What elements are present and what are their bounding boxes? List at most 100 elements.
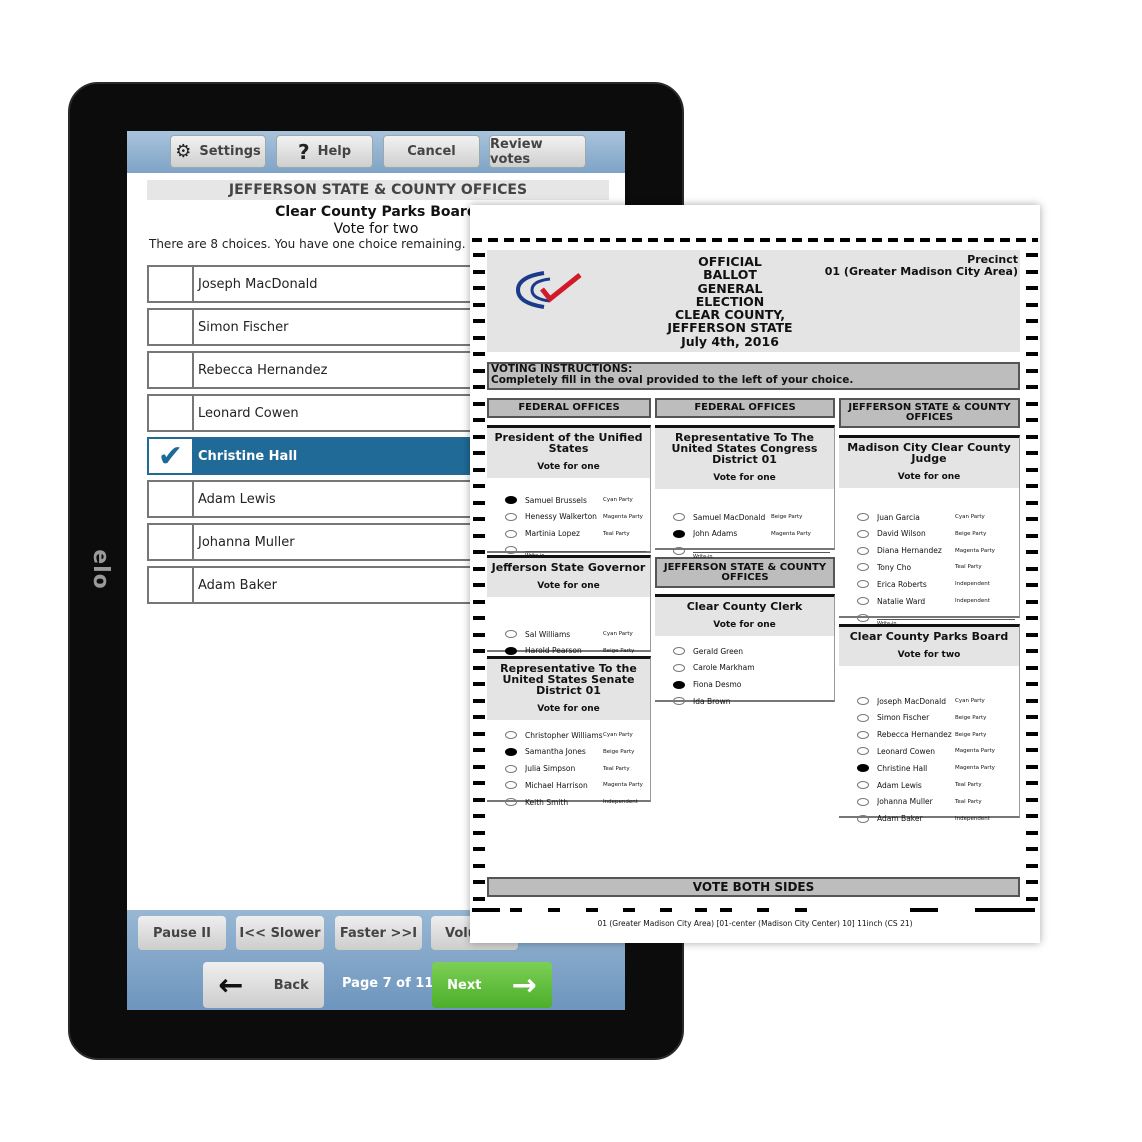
oval-icon[interactable] [673, 647, 685, 655]
timing-mark [660, 908, 672, 912]
faster-button[interactable]: Faster >>I [335, 916, 422, 950]
oval-icon[interactable] [505, 798, 517, 807]
brand-logo: elo [87, 549, 113, 590]
candidate-row[interactable]: Johanna Muller [147, 523, 487, 561]
checkbox[interactable] [149, 525, 194, 559]
checkbox[interactable] [149, 568, 194, 602]
ballot-choice[interactable]: Rebecca Hernandez Beige Party [857, 729, 1017, 741]
oval-icon[interactable] [505, 731, 517, 739]
oval-icon[interactable] [857, 597, 869, 605]
review-votes-button[interactable]: Review votes [489, 135, 586, 168]
ballot-choice[interactable]: Samuel MacDonald Beige Party [673, 511, 832, 523]
oval-icon[interactable] [857, 814, 869, 823]
checkbox[interactable] [149, 267, 194, 301]
oval-icon[interactable] [673, 529, 685, 538]
oval-icon[interactable] [857, 797, 869, 806]
settings-button[interactable]: ⚙ Settings [170, 135, 266, 168]
ballot-choice[interactable]: Martinia Lopez Teal Party [505, 528, 648, 540]
timing-mark [1026, 303, 1038, 307]
ballot-choice[interactable]: Johanna Muller Teal Party [857, 796, 1017, 808]
oval-icon[interactable] [505, 529, 517, 538]
ballot-choice[interactable]: Samuel Brussels Cyan Party [505, 494, 648, 506]
ballot-choice[interactable]: Henessy Walkerton Magenta Party [505, 511, 648, 523]
candidate-row[interactable]: ✔ Christine Hall [147, 437, 487, 475]
ballot-choice[interactable]: Michael Harrison Magenta Party [505, 779, 648, 791]
cancel-button[interactable]: Cancel [383, 135, 480, 168]
oval-icon[interactable] [673, 697, 685, 706]
oval-icon[interactable] [505, 747, 517, 756]
ballot-choice[interactable]: Leonard Cowen Magenta Party [857, 745, 1017, 757]
help-button[interactable]: ? Help [276, 135, 373, 168]
oval-icon[interactable] [673, 513, 685, 521]
oval-icon[interactable] [857, 513, 869, 521]
write-in-choice[interactable]: Write-in [857, 612, 1015, 627]
ballot-choice[interactable]: Samantha Jones Beige Party [505, 746, 648, 758]
oval-icon[interactable] [505, 512, 517, 521]
checkbox[interactable] [149, 396, 194, 430]
ballot-choice[interactable]: David Wilson Beige Party [857, 528, 1017, 540]
oval-icon[interactable] [857, 697, 869, 705]
ballot-choice[interactable]: Christopher Williams Cyan Party [505, 729, 648, 741]
oval-icon[interactable] [505, 546, 517, 555]
ballot-choice[interactable]: Erica Roberts Independent [857, 578, 1017, 590]
oval-icon[interactable] [505, 630, 517, 638]
oval-icon[interactable] [505, 764, 517, 773]
candidate-row[interactable]: Adam Lewis [147, 480, 487, 518]
candidate-name: Joseph MacDonald [198, 276, 318, 292]
slower-button[interactable]: I<< Slower [236, 916, 324, 950]
checkbox[interactable]: ✔ [149, 439, 194, 474]
oval-icon[interactable] [857, 747, 869, 756]
candidate-row[interactable]: Rebecca Hernandez [147, 351, 487, 389]
oval-icon[interactable] [857, 563, 869, 572]
oval-icon[interactable] [857, 546, 869, 555]
oval-icon[interactable] [673, 663, 685, 672]
ballot-choice[interactable]: Harold Pearson Beige Party [505, 645, 648, 657]
ballot-choice[interactable]: Simon Fischer Beige Party [857, 712, 1017, 724]
ballot-choice[interactable]: Diana Hernandez Magenta Party [857, 545, 1017, 557]
ballot-choice[interactable]: Natalie Ward Independent [857, 595, 1017, 607]
contest-title: President of the Unified States [494, 431, 643, 455]
candidate-name: Rebecca Hernandez [198, 362, 328, 378]
ballot-choice[interactable]: Keith Smith Independent [505, 796, 648, 808]
oval-icon[interactable] [857, 529, 869, 538]
checkbox[interactable] [149, 353, 194, 387]
candidate-row[interactable]: Simon Fischer [147, 308, 487, 346]
next-button[interactable]: Next → [432, 962, 552, 1008]
oval-icon[interactable] [505, 496, 517, 504]
party-name: Beige Party [603, 748, 635, 755]
pause-button[interactable]: Pause II [138, 916, 226, 950]
candidate-row[interactable]: Adam Baker [147, 566, 487, 604]
ballot-choice[interactable]: Fiona Desmo [673, 679, 832, 691]
ballot-choice[interactable]: Adam Lewis Teal Party [857, 779, 1017, 791]
oval-icon[interactable] [857, 713, 869, 722]
question-icon: ? [297, 139, 310, 164]
ballot-choice[interactable]: Adam Baker Independent [857, 813, 1017, 825]
oval-icon[interactable] [505, 646, 517, 655]
ballot-choice[interactable]: John Adams Magenta Party [673, 528, 832, 540]
checkbox[interactable] [149, 310, 194, 344]
ballot-choice[interactable]: Tony Cho Teal Party [857, 561, 1017, 573]
write-in-choice[interactable]: Write-in [673, 545, 830, 560]
ballot-choice[interactable]: Joseph MacDonald Cyan Party [857, 695, 1017, 707]
oval-icon[interactable] [857, 580, 869, 589]
ballot-choice[interactable]: Carole Markham [673, 662, 832, 674]
ballot-choice[interactable]: Christine Hall Magenta Party [857, 762, 1017, 774]
oval-icon[interactable] [673, 546, 685, 555]
oval-icon[interactable] [505, 781, 517, 790]
oval-icon[interactable] [673, 680, 685, 689]
oval-icon[interactable] [857, 730, 869, 739]
candidate-row[interactable]: Joseph MacDonald [147, 265, 487, 303]
oval-icon[interactable] [857, 613, 869, 622]
checkbox[interactable] [149, 482, 194, 516]
oval-icon[interactable] [857, 781, 869, 789]
timing-mark [1026, 864, 1038, 868]
candidate-row[interactable]: Leonard Cowen [147, 394, 487, 432]
ballot-choice[interactable]: Gerald Green [673, 645, 832, 657]
ballot-choice[interactable]: Ida Brown [673, 695, 832, 707]
ballot-choice[interactable]: Juan Garcia Cyan Party [857, 511, 1017, 523]
timing-mark [473, 352, 485, 356]
back-button[interactable]: ← Back [203, 962, 324, 1008]
ballot-choice[interactable]: Julia Simpson Teal Party [505, 763, 648, 775]
ballot-choice[interactable]: Sal Williams Cyan Party [505, 628, 648, 640]
oval-icon[interactable] [857, 764, 869, 773]
